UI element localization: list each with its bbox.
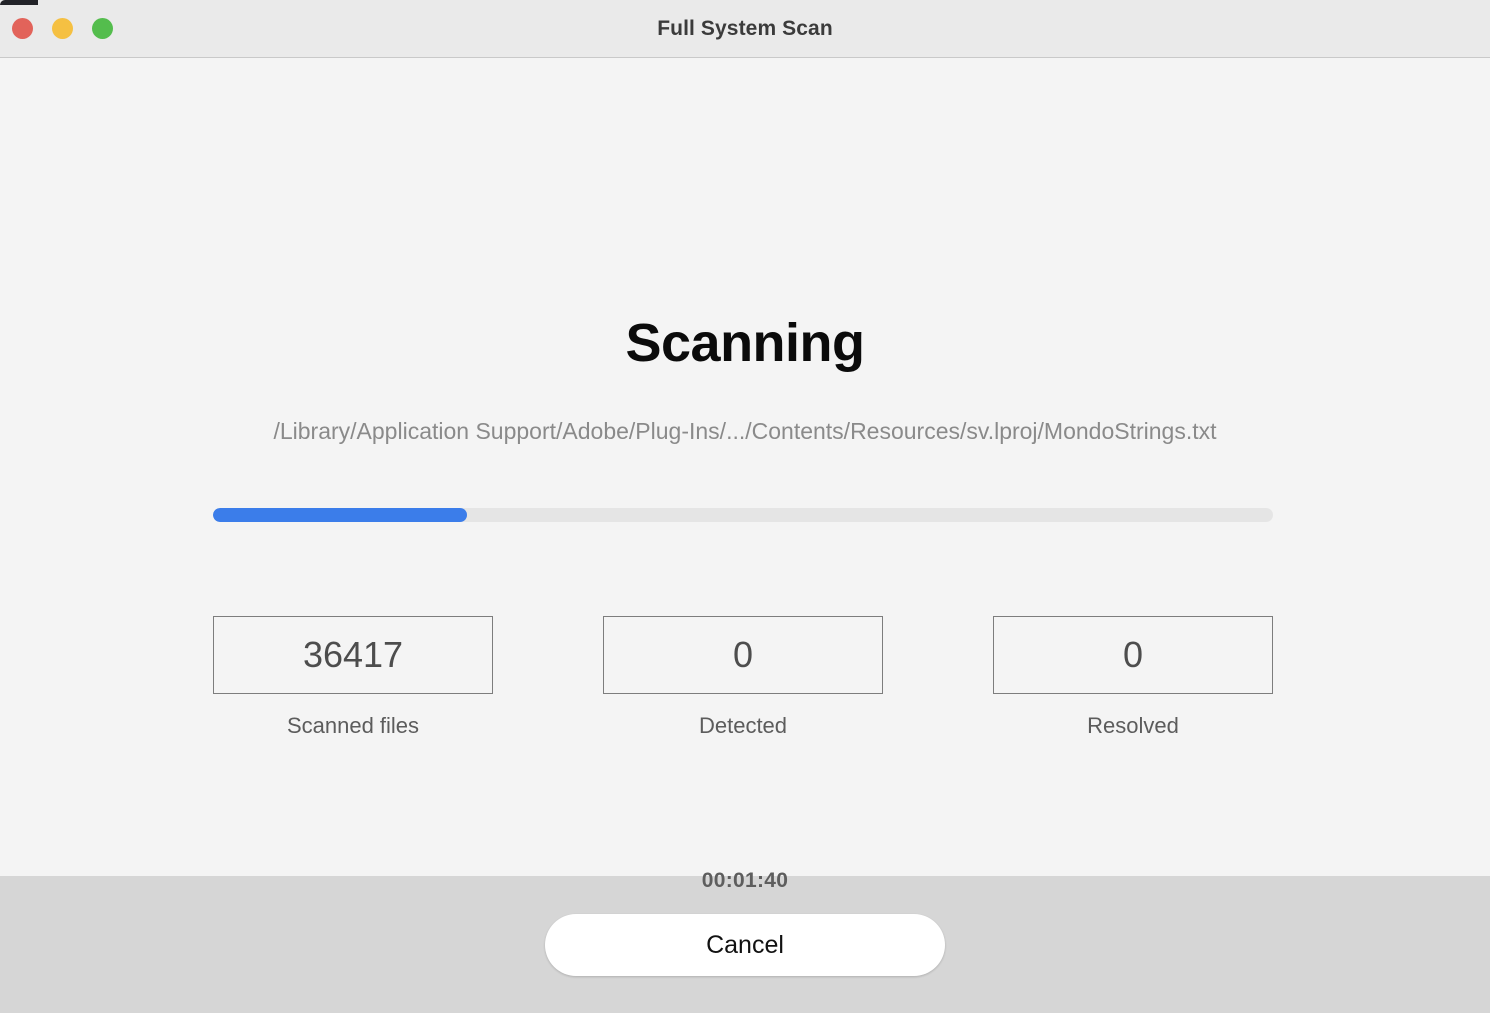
stat-detected-value: 0 xyxy=(603,616,883,694)
cancel-button[interactable]: Cancel xyxy=(545,913,945,976)
stat-detected-label: Detected xyxy=(698,713,788,738)
zoom-window-icon[interactable] xyxy=(92,18,113,39)
window-footer: Cancel xyxy=(0,876,1490,1013)
window-traffic-lights xyxy=(12,0,113,57)
scan-content-area: Scanning /Library/Application Support/Ad… xyxy=(0,58,1490,892)
stat-resolved-label: Resolved xyxy=(1087,713,1179,738)
stat-scanned-files-label: Scanned files xyxy=(286,713,420,738)
minimize-window-icon[interactable] xyxy=(52,18,73,39)
elapsed-time: 00:01:40 xyxy=(701,869,789,892)
stat-resolved: 0 Resolved xyxy=(993,616,1273,739)
stat-resolved-value: 0 xyxy=(993,616,1273,694)
close-window-icon[interactable] xyxy=(12,18,33,39)
full-system-scan-window: Full System Scan Scanning /Library/Appli… xyxy=(0,0,1490,1013)
stat-detected: 0 Detected xyxy=(603,616,883,739)
window-title: Full System Scan xyxy=(657,16,833,40)
scan-progress-bar xyxy=(213,508,1273,522)
scan-progress-fill xyxy=(213,508,468,522)
stat-scanned-files-value: 36417 xyxy=(213,616,493,694)
scan-stats-row: 36417 Scanned files 0 Detected 0 Resolve… xyxy=(213,616,1273,739)
stat-scanned-files: 36417 Scanned files xyxy=(213,616,493,739)
scan-status-heading: Scanning xyxy=(625,313,865,373)
current-scan-path: /Library/Application Support/Adobe/Plug-… xyxy=(273,418,1217,444)
window-titlebar: Full System Scan xyxy=(0,0,1490,58)
